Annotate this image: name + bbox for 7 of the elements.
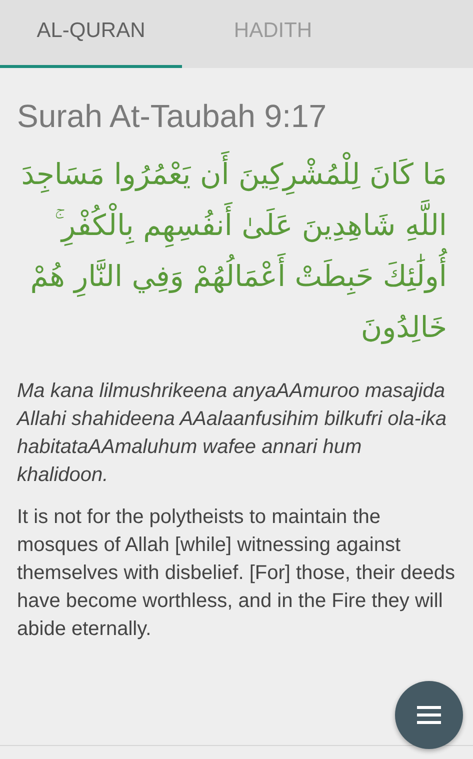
menu-button[interactable] bbox=[395, 681, 463, 749]
transliteration-text: Ma kana lilmushrikeena anyaAAmuroo masajida Allahi shahideena AAalaanfusihim bilkufri ola-ika habitataAAmaluhum wafee annari hum khalidoon. bbox=[17, 379, 448, 488]
translation-text: It is not for the polytheists to maintain the mosques of Allah [while] witnessing against themselves with disbelief. [For] those, their deeds have become worthless, and in the Fire they will abide eternally. bbox=[17, 505, 455, 642]
menu-icon bbox=[417, 706, 441, 724]
arabic-verse: مَا كَانَ لِلْمُشْرِكِينَ أَن يَعْمُرُوا مَسَاجِدَ اللَّهِ شَاهِدِينَ عَلَىٰ أَنفُسِهِم بِالْكُفْرِ ۚ أُولَٰئِكَ حَبِطَتْ أَعْمَالُهُمْ وَفِي النَّارِ هُمْ خَالِدُونَ bbox=[17, 149, 447, 353]
verse-title: Surah At-Taubah 9:17 bbox=[17, 98, 328, 135]
tab[interactable]: AL-QURAN bbox=[0, 0, 182, 68]
